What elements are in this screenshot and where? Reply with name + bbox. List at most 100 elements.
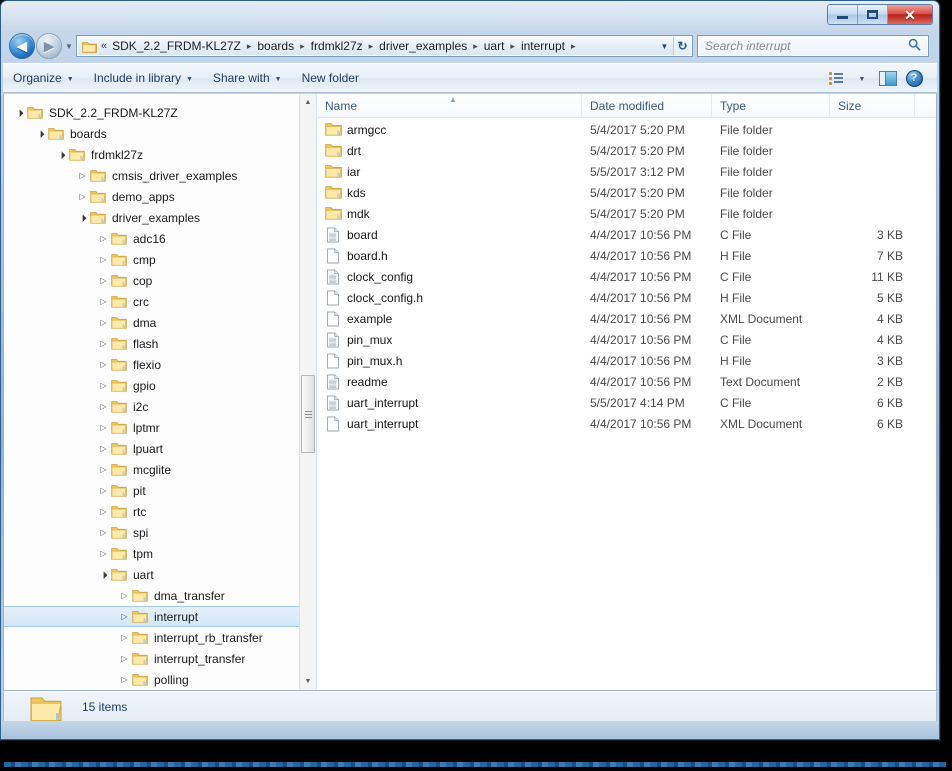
column-header-type[interactable]: Type bbox=[712, 94, 830, 118]
expand-arrow-closed-icon[interactable]: ▷ bbox=[96, 444, 111, 453]
recent-locations-button[interactable]: ▼ bbox=[62, 42, 76, 51]
expand-arrow-closed-icon[interactable]: ▷ bbox=[96, 339, 111, 348]
expand-arrow-closed-icon[interactable]: ▷ bbox=[96, 423, 111, 432]
expand-arrow-open-icon[interactable]: ◢ bbox=[53, 146, 69, 162]
tree-item-i2c[interactable]: ▷i2c bbox=[4, 396, 299, 417]
file-row[interactable]: board.h4/4/2017 10:56 PMH File7 KB bbox=[317, 245, 936, 266]
file-name-cell[interactable]: clock_config.h bbox=[317, 290, 582, 306]
expand-arrow-closed-icon[interactable]: ▷ bbox=[96, 234, 111, 243]
breadcrumb-separator-4[interactable]: ▸ bbox=[506, 41, 519, 52]
expand-arrow-closed-icon[interactable]: ▷ bbox=[75, 192, 90, 201]
file-row[interactable]: armgcc5/4/2017 5:20 PMFile folder bbox=[317, 119, 936, 140]
expand-arrow-closed-icon[interactable]: ▷ bbox=[96, 360, 111, 369]
tree-item-tpm[interactable]: ▷tpm bbox=[4, 543, 299, 564]
breadcrumb-item-5[interactable]: interrupt bbox=[519, 37, 567, 55]
share-with-button[interactable]: Share with ▼ bbox=[204, 67, 291, 89]
expand-arrow-open-icon[interactable]: ◢ bbox=[11, 104, 27, 120]
expand-arrow-closed-icon[interactable]: ▷ bbox=[117, 654, 132, 663]
tree-item-mcglite[interactable]: ▷mcglite bbox=[4, 459, 299, 480]
tree-item-flash[interactable]: ▷flash bbox=[4, 333, 299, 354]
tree-item-sdk-2-2-frdm-kl27z[interactable]: ◢SDK_2.2_FRDM-KL27Z bbox=[4, 102, 299, 123]
file-name-cell[interactable]: example bbox=[317, 311, 582, 327]
tree-item-cmp[interactable]: ▷cmp bbox=[4, 249, 299, 270]
expand-arrow-open-icon[interactable]: ◢ bbox=[32, 125, 48, 141]
tree-item-flexio[interactable]: ▷flexio bbox=[4, 354, 299, 375]
address-dropdown-button[interactable]: ▼ bbox=[656, 37, 673, 55]
tree-item-driver-examples[interactable]: ◢driver_examples bbox=[4, 207, 299, 228]
expand-arrow-closed-icon[interactable]: ▷ bbox=[96, 318, 111, 327]
file-name-cell[interactable]: drt bbox=[317, 143, 582, 159]
expand-arrow-open-icon[interactable]: ◢ bbox=[74, 209, 90, 225]
expand-arrow-closed-icon[interactable]: ▷ bbox=[96, 507, 111, 516]
view-dropdown-button[interactable]: ▼ bbox=[851, 68, 873, 88]
tree-item-dma[interactable]: ▷dma bbox=[4, 312, 299, 333]
maximize-button[interactable] bbox=[858, 5, 888, 24]
tree-item-cop[interactable]: ▷cop bbox=[4, 270, 299, 291]
file-row[interactable]: pin_mux.h4/4/2017 10:56 PMH File3 KB bbox=[317, 350, 936, 371]
tree-item-lpuart[interactable]: ▷lpuart bbox=[4, 438, 299, 459]
file-name-cell[interactable]: armgcc bbox=[317, 122, 582, 138]
file-name-cell[interactable]: uart_interrupt bbox=[317, 416, 582, 432]
expand-arrow-closed-icon[interactable]: ▷ bbox=[96, 381, 111, 390]
expand-arrow-closed-icon[interactable]: ▷ bbox=[96, 465, 111, 474]
show-preview-pane-button[interactable] bbox=[877, 68, 899, 88]
breadcrumb[interactable]: « SDK_2.2_FRDM-KL27Z ▸ boards ▸ frdmkl27… bbox=[78, 37, 656, 55]
tree-item-demo-apps[interactable]: ▷demo_apps bbox=[4, 186, 299, 207]
expand-arrow-closed-icon[interactable]: ▷ bbox=[117, 591, 132, 600]
organize-button[interactable]: Organize ▼ bbox=[4, 67, 83, 89]
file-row[interactable]: iar5/5/2017 3:12 PMFile folder bbox=[317, 161, 936, 182]
tree-item-uart[interactable]: ◢uart bbox=[4, 564, 299, 585]
expand-arrow-closed-icon[interactable]: ▷ bbox=[96, 255, 111, 264]
close-button[interactable]: ✕ bbox=[888, 5, 932, 24]
back-button[interactable]: ◀ bbox=[9, 33, 35, 59]
tree-item-pit[interactable]: ▷pit bbox=[4, 480, 299, 501]
file-row[interactable]: board4/4/2017 10:56 PMC File3 KB bbox=[317, 224, 936, 245]
breadcrumb-separator-1[interactable]: ▸ bbox=[296, 41, 309, 52]
file-name-cell[interactable]: pin_mux bbox=[317, 332, 582, 348]
breadcrumb-separator-2[interactable]: ▸ bbox=[365, 41, 378, 52]
tree-item-spi[interactable]: ▷spi bbox=[4, 522, 299, 543]
breadcrumb-separator-5[interactable]: ▸ bbox=[567, 41, 580, 52]
tree-item-gpio[interactable]: ▷gpio bbox=[4, 375, 299, 396]
file-name-cell[interactable]: readme bbox=[317, 374, 582, 390]
expand-arrow-closed-icon[interactable]: ▷ bbox=[96, 276, 111, 285]
file-row[interactable]: readme4/4/2017 10:56 PMText Document2 KB bbox=[317, 371, 936, 392]
expand-arrow-closed-icon[interactable]: ▷ bbox=[96, 528, 111, 537]
file-row[interactable]: kds5/4/2017 5:20 PMFile folder bbox=[317, 182, 936, 203]
expand-arrow-open-icon[interactable]: ◢ bbox=[95, 566, 111, 582]
new-folder-button[interactable]: New folder bbox=[293, 67, 368, 89]
tree-item-interrupt[interactable]: ▷interrupt bbox=[4, 606, 299, 627]
column-header-size[interactable]: Size bbox=[830, 94, 915, 118]
file-row[interactable]: pin_mux4/4/2017 10:56 PMC File4 KB bbox=[317, 329, 936, 350]
tree-item-lptmr[interactable]: ▷lptmr bbox=[4, 417, 299, 438]
tree-item-interrupt-transfer[interactable]: ▷interrupt_transfer bbox=[4, 648, 299, 669]
tree-item-cmsis-driver-examples[interactable]: ▷cmsis_driver_examples bbox=[4, 165, 299, 186]
breadcrumb-item-4[interactable]: uart bbox=[482, 37, 507, 55]
refresh-button[interactable]: ↻ bbox=[673, 37, 691, 55]
tree-item-crc[interactable]: ▷crc bbox=[4, 291, 299, 312]
tree-scroll-up-button[interactable]: ▲ bbox=[300, 94, 316, 111]
breadcrumb-item-0[interactable]: SDK_2.2_FRDM-KL27Z bbox=[110, 37, 243, 55]
tree-item-frdmkl27z[interactable]: ◢frdmkl27z bbox=[4, 144, 299, 165]
file-name-cell[interactable]: iar bbox=[317, 164, 582, 180]
expand-arrow-closed-icon[interactable]: ▷ bbox=[96, 549, 111, 558]
breadcrumb-overflow-icon[interactable]: « bbox=[100, 40, 110, 52]
tree-item-rtc[interactable]: ▷rtc bbox=[4, 501, 299, 522]
file-name-cell[interactable]: mdk bbox=[317, 206, 582, 222]
search-box[interactable]: Search interrupt bbox=[697, 35, 929, 57]
expand-arrow-closed-icon[interactable]: ▷ bbox=[96, 402, 111, 411]
address-bar[interactable]: « SDK_2.2_FRDM-KL27Z ▸ boards ▸ frdmkl27… bbox=[76, 35, 693, 57]
tree-item-polling[interactable]: ▷polling bbox=[4, 669, 299, 690]
tree-item-boards[interactable]: ◢boards bbox=[4, 123, 299, 144]
file-name-cell[interactable]: uart_interrupt bbox=[317, 395, 582, 411]
expand-arrow-closed-icon[interactable]: ▷ bbox=[117, 675, 132, 684]
minimize-button[interactable] bbox=[828, 5, 858, 24]
tree-item-adc16[interactable]: ▷adc16 bbox=[4, 228, 299, 249]
breadcrumb-separator-0[interactable]: ▸ bbox=[243, 41, 256, 52]
file-row[interactable]: clock_config4/4/2017 10:56 PMC File11 KB bbox=[317, 266, 936, 287]
file-row[interactable]: uart_interrupt5/5/2017 4:14 PMC File6 KB bbox=[317, 392, 936, 413]
tree-item-interrupt-rb-transfer[interactable]: ▷interrupt_rb_transfer bbox=[4, 627, 299, 648]
tree-item-dma-transfer[interactable]: ▷dma_transfer bbox=[4, 585, 299, 606]
file-name-cell[interactable]: kds bbox=[317, 185, 582, 201]
expand-arrow-closed-icon[interactable]: ▷ bbox=[117, 633, 132, 642]
